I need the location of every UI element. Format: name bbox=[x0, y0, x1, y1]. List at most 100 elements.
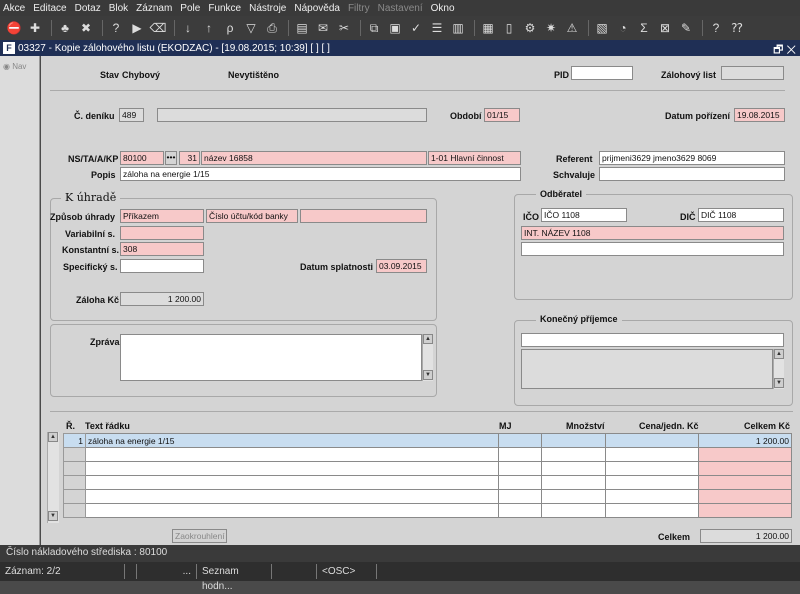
sort-desc-icon[interactable]: ↑ bbox=[200, 19, 218, 37]
cell-mj[interactable] bbox=[498, 489, 543, 504]
table-row[interactable] bbox=[63, 503, 792, 518]
cell-text[interactable] bbox=[84, 475, 500, 490]
konstantni-field[interactable]: 308 bbox=[120, 242, 204, 256]
popis-field[interactable]: záloha na energie 1/15 bbox=[120, 167, 521, 181]
datum-porizeni-field[interactable]: 19.08.2015 bbox=[734, 108, 785, 122]
cell-text[interactable] bbox=[84, 489, 500, 504]
cell-r[interactable] bbox=[63, 503, 86, 518]
cell-mj[interactable] bbox=[498, 433, 543, 448]
dic-field[interactable]: DIČ 1108 bbox=[698, 208, 784, 222]
help-icon[interactable]: ? bbox=[707, 19, 725, 37]
cell-mnozstvi[interactable] bbox=[541, 475, 607, 490]
calendar-icon[interactable]: ▦ bbox=[479, 19, 497, 37]
odberatel-name-field[interactable]: INT. NÁZEV 1108 bbox=[521, 226, 784, 240]
cell-r[interactable] bbox=[63, 447, 86, 462]
clock-icon[interactable]: ◔ bbox=[614, 19, 632, 37]
filter-edit-icon[interactable]: ρ bbox=[221, 19, 239, 37]
scroll-down-icon[interactable]: ▼ bbox=[48, 511, 58, 521]
scroll-down-icon[interactable]: ▼ bbox=[774, 378, 784, 388]
zaokrouhleni-button[interactable]: Zaokrouhlení bbox=[172, 529, 227, 543]
cell-mnozstvi[interactable] bbox=[541, 433, 607, 448]
document-icon[interactable]: ▯ bbox=[500, 19, 518, 37]
cell-cena[interactable] bbox=[605, 503, 700, 518]
scroll-up-icon[interactable]: ▲ bbox=[774, 349, 784, 359]
zprava-textarea[interactable] bbox=[120, 334, 422, 381]
menu-zaznam[interactable]: Záznam bbox=[136, 3, 172, 14]
cell-cena[interactable] bbox=[605, 433, 700, 448]
cell-mj[interactable] bbox=[498, 447, 543, 462]
sigma-icon[interactable]: Σ bbox=[635, 19, 653, 37]
cell-r[interactable]: 1 bbox=[63, 433, 86, 448]
insert-record-icon[interactable]: ✚ bbox=[26, 19, 44, 37]
list-icon[interactable]: ☰ bbox=[428, 19, 446, 37]
schvaluje-field[interactable] bbox=[599, 167, 785, 181]
sort-asc-icon[interactable]: ↓ bbox=[179, 19, 197, 37]
grid-scrollbar[interactable]: ▲ ▼ bbox=[47, 432, 59, 523]
excel-icon[interactable]: ⊠ bbox=[656, 19, 674, 37]
cell-mj[interactable] bbox=[498, 461, 543, 476]
ico-field[interactable]: IČO 1108 bbox=[541, 208, 627, 222]
email-icon[interactable]: ✉ bbox=[314, 19, 332, 37]
table-row[interactable] bbox=[63, 461, 792, 476]
pid-field[interactable] bbox=[571, 66, 633, 80]
table-row[interactable] bbox=[63, 489, 792, 504]
cell-celkem[interactable] bbox=[698, 461, 792, 476]
referent-field[interactable]: prijmeni3629 jmeno3629 8069 bbox=[599, 151, 785, 165]
cell-celkem[interactable] bbox=[698, 503, 792, 518]
table-row[interactable] bbox=[63, 475, 792, 490]
warning-icon[interactable]: ⚠ bbox=[563, 19, 581, 37]
nav-button[interactable]: ◉ Nav bbox=[3, 62, 26, 71]
delete-record-icon[interactable]: ✖ bbox=[77, 19, 95, 37]
paste-icon[interactable]: ▣ bbox=[386, 19, 404, 37]
print-preview-icon[interactable]: ▤ bbox=[293, 19, 311, 37]
menu-akce[interactable]: Akce bbox=[3, 3, 25, 14]
menu-okno[interactable]: Okno bbox=[431, 3, 455, 14]
cell-mnozstvi[interactable] bbox=[541, 489, 607, 504]
cell-cena[interactable] bbox=[605, 489, 700, 504]
spellcheck-icon[interactable]: ✓ bbox=[407, 19, 425, 37]
tree-icon[interactable]: ♣ bbox=[56, 19, 74, 37]
query-icon[interactable]: ? bbox=[107, 19, 125, 37]
cell-text[interactable]: záloha na energie 1/15 bbox=[84, 433, 500, 448]
cell-text[interactable] bbox=[84, 447, 500, 462]
menu-funkce[interactable]: Funkce bbox=[208, 3, 241, 14]
splatnost-field[interactable]: 03.09.2015 bbox=[376, 259, 427, 273]
ns-lookup-button[interactable]: ••• bbox=[165, 151, 177, 165]
cell-text[interactable] bbox=[84, 461, 500, 476]
cell-r[interactable] bbox=[63, 489, 86, 504]
prijemce-scrollbar[interactable]: ▲ ▼ bbox=[773, 349, 784, 389]
cell-text[interactable] bbox=[84, 503, 500, 518]
zalohovy-list-field[interactable] bbox=[721, 66, 784, 80]
scroll-up-icon[interactable]: ▲ bbox=[423, 334, 433, 344]
columns-icon[interactable]: ▥ bbox=[449, 19, 467, 37]
cell-mj[interactable] bbox=[498, 503, 543, 518]
zprava-scrollbar[interactable]: ▲ ▼ bbox=[422, 334, 433, 381]
exit-icon[interactable]: ⛔ bbox=[5, 19, 23, 37]
ta-field[interactable]: 31 bbox=[179, 151, 200, 165]
cell-mnozstvi[interactable] bbox=[541, 447, 607, 462]
scroll-down-icon[interactable]: ▼ bbox=[423, 370, 433, 380]
cell-mnozstvi[interactable] bbox=[541, 503, 607, 518]
denik-desc-field[interactable] bbox=[157, 108, 427, 122]
cell-cena[interactable] bbox=[605, 447, 700, 462]
star-icon[interactable]: ✷ bbox=[542, 19, 560, 37]
cell-mnozstvi[interactable] bbox=[541, 461, 607, 476]
cell-celkem[interactable] bbox=[698, 475, 792, 490]
menu-filtry[interactable]: Filtry bbox=[348, 3, 370, 14]
ucet-desc-field[interactable] bbox=[300, 209, 427, 223]
copy-icon[interactable]: ⧉ bbox=[365, 19, 383, 37]
specificky-field[interactable] bbox=[120, 259, 204, 273]
cell-celkem[interactable]: 1 200.00 bbox=[698, 433, 792, 448]
cell-cena[interactable] bbox=[605, 461, 700, 476]
menu-nastroje[interactable]: Nástroje bbox=[249, 3, 286, 14]
filter-icon[interactable]: ▽ bbox=[242, 19, 260, 37]
menu-nastaveni[interactable]: Nastavení bbox=[378, 3, 423, 14]
cell-celkem[interactable] bbox=[698, 489, 792, 504]
cell-r[interactable] bbox=[63, 475, 86, 490]
cut-icon[interactable]: ✂ bbox=[335, 19, 353, 37]
print-icon[interactable]: ⎙ bbox=[263, 19, 281, 37]
menu-blok[interactable]: Blok bbox=[109, 3, 128, 14]
prijemce-textarea[interactable] bbox=[521, 349, 773, 389]
a-field[interactable]: 1-01 Hlavní činnost bbox=[428, 151, 521, 165]
menu-dotaz[interactable]: Dotaz bbox=[75, 3, 101, 14]
